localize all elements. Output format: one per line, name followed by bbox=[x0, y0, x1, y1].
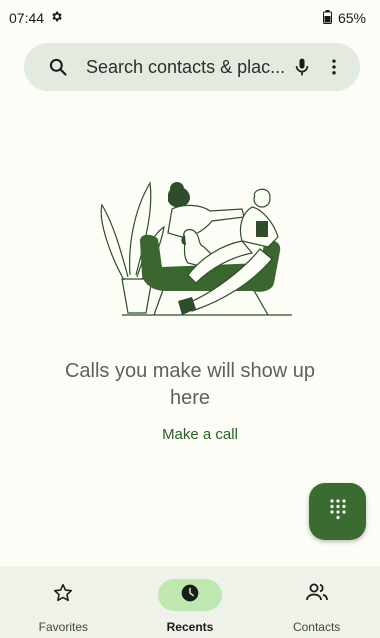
dialpad-button[interactable] bbox=[309, 483, 366, 540]
search-icon[interactable] bbox=[42, 51, 74, 83]
empty-recents-illustration bbox=[92, 175, 304, 325]
nav-label-favorites: Favorites bbox=[38, 620, 88, 634]
battery-level: 65% bbox=[337, 10, 366, 26]
gear-icon bbox=[50, 10, 63, 26]
search-input[interactable]: Search contacts & plac... bbox=[86, 57, 286, 78]
nav-label-contacts: Contacts bbox=[292, 620, 341, 634]
make-a-call-link[interactable]: Make a call bbox=[100, 426, 300, 443]
dialpad-icon bbox=[328, 498, 348, 525]
people-icon bbox=[305, 582, 329, 609]
nav-item-contacts[interactable]: Contacts bbox=[254, 566, 380, 634]
nav-item-favorites[interactable]: Favorites bbox=[0, 566, 126, 634]
battery-icon bbox=[322, 9, 332, 27]
star-outline-icon bbox=[52, 582, 74, 609]
bottom-navigation: Favorites Recents Contacts bbox=[0, 566, 380, 638]
empty-state-title: Calls you make will show up here bbox=[64, 360, 316, 409]
more-vert-icon[interactable] bbox=[318, 51, 350, 83]
mic-icon[interactable] bbox=[286, 51, 318, 83]
nav-item-recents[interactable]: Recents bbox=[127, 566, 253, 634]
nav-label-recents: Recents bbox=[166, 620, 214, 634]
status-bar: 07:44 65% bbox=[0, 0, 380, 36]
status-time: 07:44 bbox=[9, 10, 45, 26]
clock-icon bbox=[180, 583, 200, 608]
search-bar[interactable]: Search contacts & plac... bbox=[24, 43, 360, 91]
